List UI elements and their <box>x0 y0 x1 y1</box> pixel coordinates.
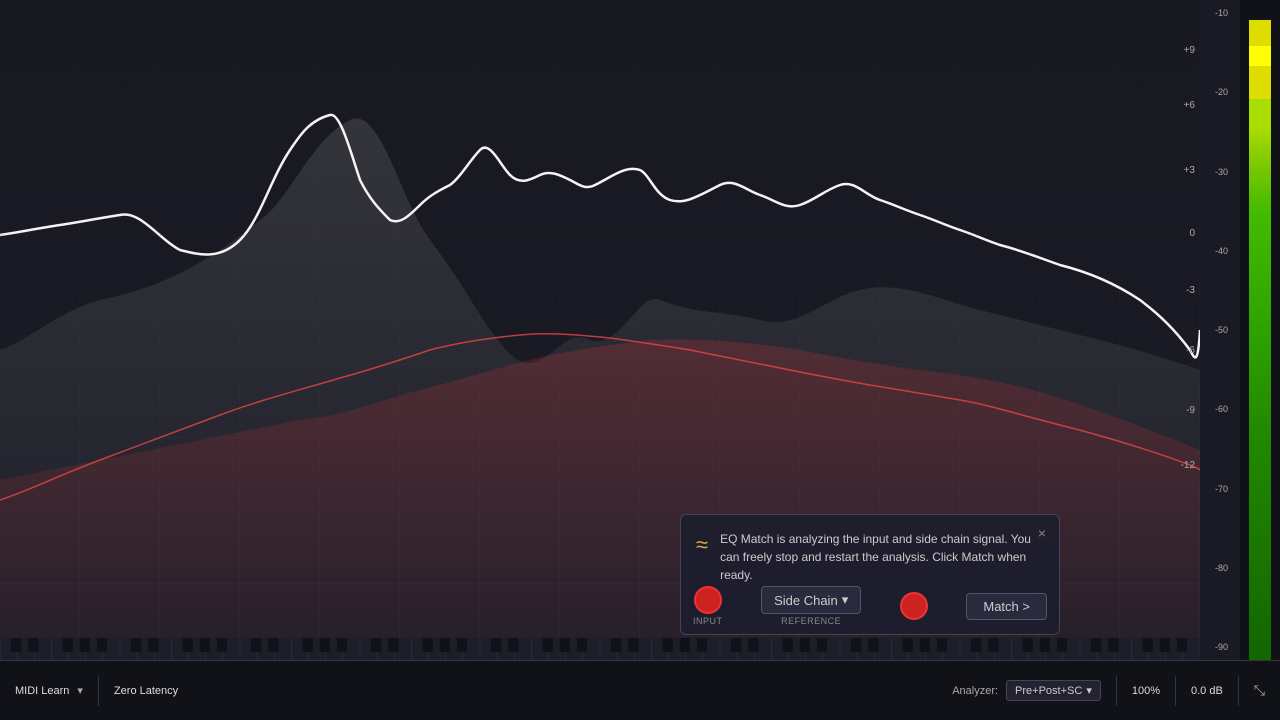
reference-record-button[interactable] <box>900 592 928 620</box>
divider-4 <box>1238 676 1239 706</box>
level-meter: -10 -20 -30 -40 -50 -60 -70 -80 -90 <box>1240 0 1280 660</box>
db-label-plus6: +6 <box>1184 100 1195 111</box>
db-value-label: 0.0 dB <box>1191 685 1223 697</box>
db-label-zero: 0 <box>1189 228 1195 239</box>
reference-record-section <box>900 592 928 620</box>
zero-latency-section: Zero Latency <box>114 685 178 697</box>
analyzer-dropdown[interactable]: Pre+Post+SC ▾ <box>1006 680 1101 701</box>
zoom-section: 100% <box>1132 685 1160 697</box>
db-value-section: 0.0 dB <box>1191 685 1223 697</box>
analyzer-section: Analyzer: Pre+Post+SC ▾ <box>952 680 1101 701</box>
db-label-plus3: +3 <box>1184 165 1195 176</box>
bottom-toolbar: MIDI Learn ▾ Zero Latency Analyzer: Pre+… <box>0 660 1280 720</box>
db-label-minus3: -3 <box>1186 285 1195 296</box>
divider-3 <box>1175 676 1176 706</box>
notification-text: EQ Match is analyzing the input and side… <box>720 530 1044 584</box>
meter-scale-minus50: -50 <box>1215 325 1228 335</box>
divider-2 <box>1116 676 1117 706</box>
match-button[interactable]: Match > <box>966 593 1047 620</box>
zoom-label: 100% <box>1132 685 1160 697</box>
midi-learn-dropdown[interactable]: ▾ <box>77 684 83 697</box>
wave-icon: ≈ <box>696 532 708 558</box>
resize-icon[interactable]: ⤡ <box>1254 682 1265 699</box>
input-record-button[interactable] <box>694 586 722 614</box>
piano-keyboard: // Rendered via loop below <box>0 638 1200 660</box>
meter-scale-minus30: -30 <box>1215 167 1228 177</box>
meter-scale-minus10: -10 <box>1215 8 1228 18</box>
popup-controls: INPUT Side Chain ▾ REFERENCE Match > <box>681 586 1059 626</box>
midi-learn-label: MIDI Learn <box>15 685 69 697</box>
zero-latency-label: Zero Latency <box>114 685 178 697</box>
analyzer-label: Analyzer: <box>952 685 998 697</box>
db-label-plus9: +9 <box>1184 45 1195 56</box>
meter-scale-minus60: -60 <box>1215 404 1228 414</box>
notification-content: ≈ EQ Match is analyzing the input and si… <box>696 530 1044 584</box>
meter-scale-minus80: -80 <box>1215 563 1228 573</box>
divider-1 <box>98 676 99 706</box>
db-label-minus6: -6 <box>1186 345 1195 356</box>
notification-popup: × ≈ EQ Match is analyzing the input and … <box>680 514 1060 635</box>
close-notification-button[interactable]: × <box>1033 523 1051 543</box>
sidechain-dropdown-arrow: ▾ <box>842 592 849 608</box>
input-section: INPUT <box>693 586 723 626</box>
sidechain-button[interactable]: Side Chain ▾ <box>761 586 861 614</box>
db-label-minus12: -12 <box>1181 460 1195 471</box>
input-label: INPUT <box>693 616 723 626</box>
db-label-minus9: -9 <box>1186 405 1195 416</box>
meter-scale-minus20: -20 <box>1215 87 1228 97</box>
reference-label: REFERENCE <box>781 616 841 626</box>
meter-scale-minus90: -90 <box>1215 642 1228 652</box>
midi-learn-section: MIDI Learn ▾ <box>15 684 83 697</box>
meter-scale-minus40: -40 <box>1215 246 1228 256</box>
analyzer-value: Pre+Post+SC <box>1015 685 1082 697</box>
sidechain-section: Side Chain ▾ REFERENCE <box>761 586 861 626</box>
sidechain-label: Side Chain <box>774 593 838 608</box>
analyzer-dropdown-arrow: ▾ <box>1086 684 1092 697</box>
meter-scale-minus70: -70 <box>1215 484 1228 494</box>
